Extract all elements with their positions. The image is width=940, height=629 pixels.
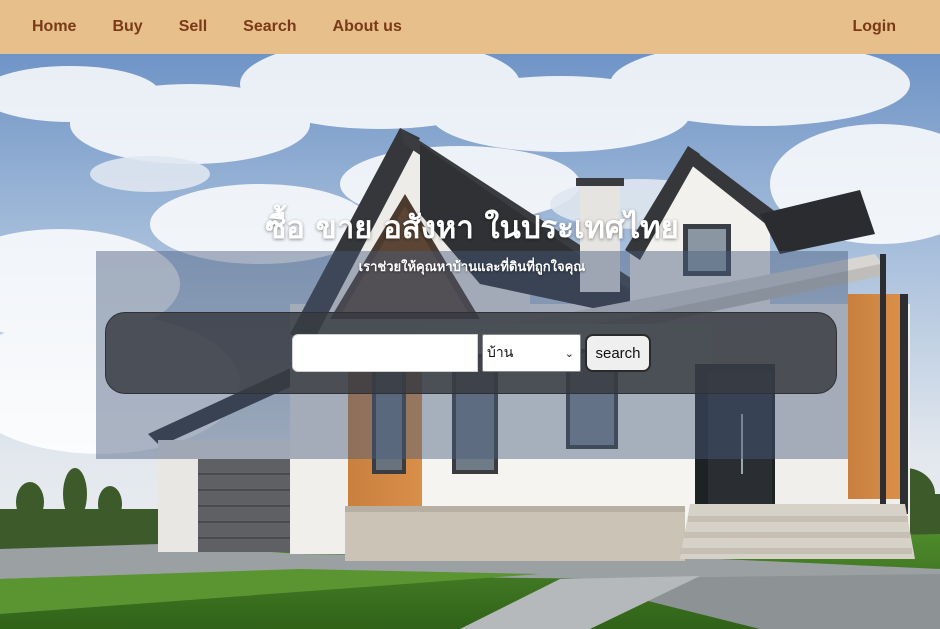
property-type-value: บ้าน: [487, 345, 514, 361]
login-link[interactable]: Login: [852, 18, 896, 36]
hero-title: ซื้อ ขาย อสังหา ในประเทศไทย: [265, 210, 679, 246]
chevron-down-icon: ⌄: [564, 346, 574, 360]
search-input[interactable]: [292, 334, 478, 372]
nav-buy-link[interactable]: Buy: [112, 18, 142, 36]
search-button[interactable]: search: [585, 334, 651, 372]
nav-search-link[interactable]: Search: [243, 18, 296, 36]
nav-sell-link[interactable]: Sell: [179, 18, 207, 36]
hero-subtitle: เราช่วยให้คุณหาบ้านและที่ดินที่ถูกใจคุณ: [358, 260, 586, 275]
page: Home Buy Sell Search About us Login ซื้อ…: [0, 0, 940, 629]
nav-about-link[interactable]: About us: [333, 18, 402, 36]
navbar: Home Buy Sell Search About us Login: [0, 0, 940, 54]
property-type-select[interactable]: บ้าน ⌄: [482, 334, 581, 372]
nav-home-link[interactable]: Home: [32, 18, 76, 36]
